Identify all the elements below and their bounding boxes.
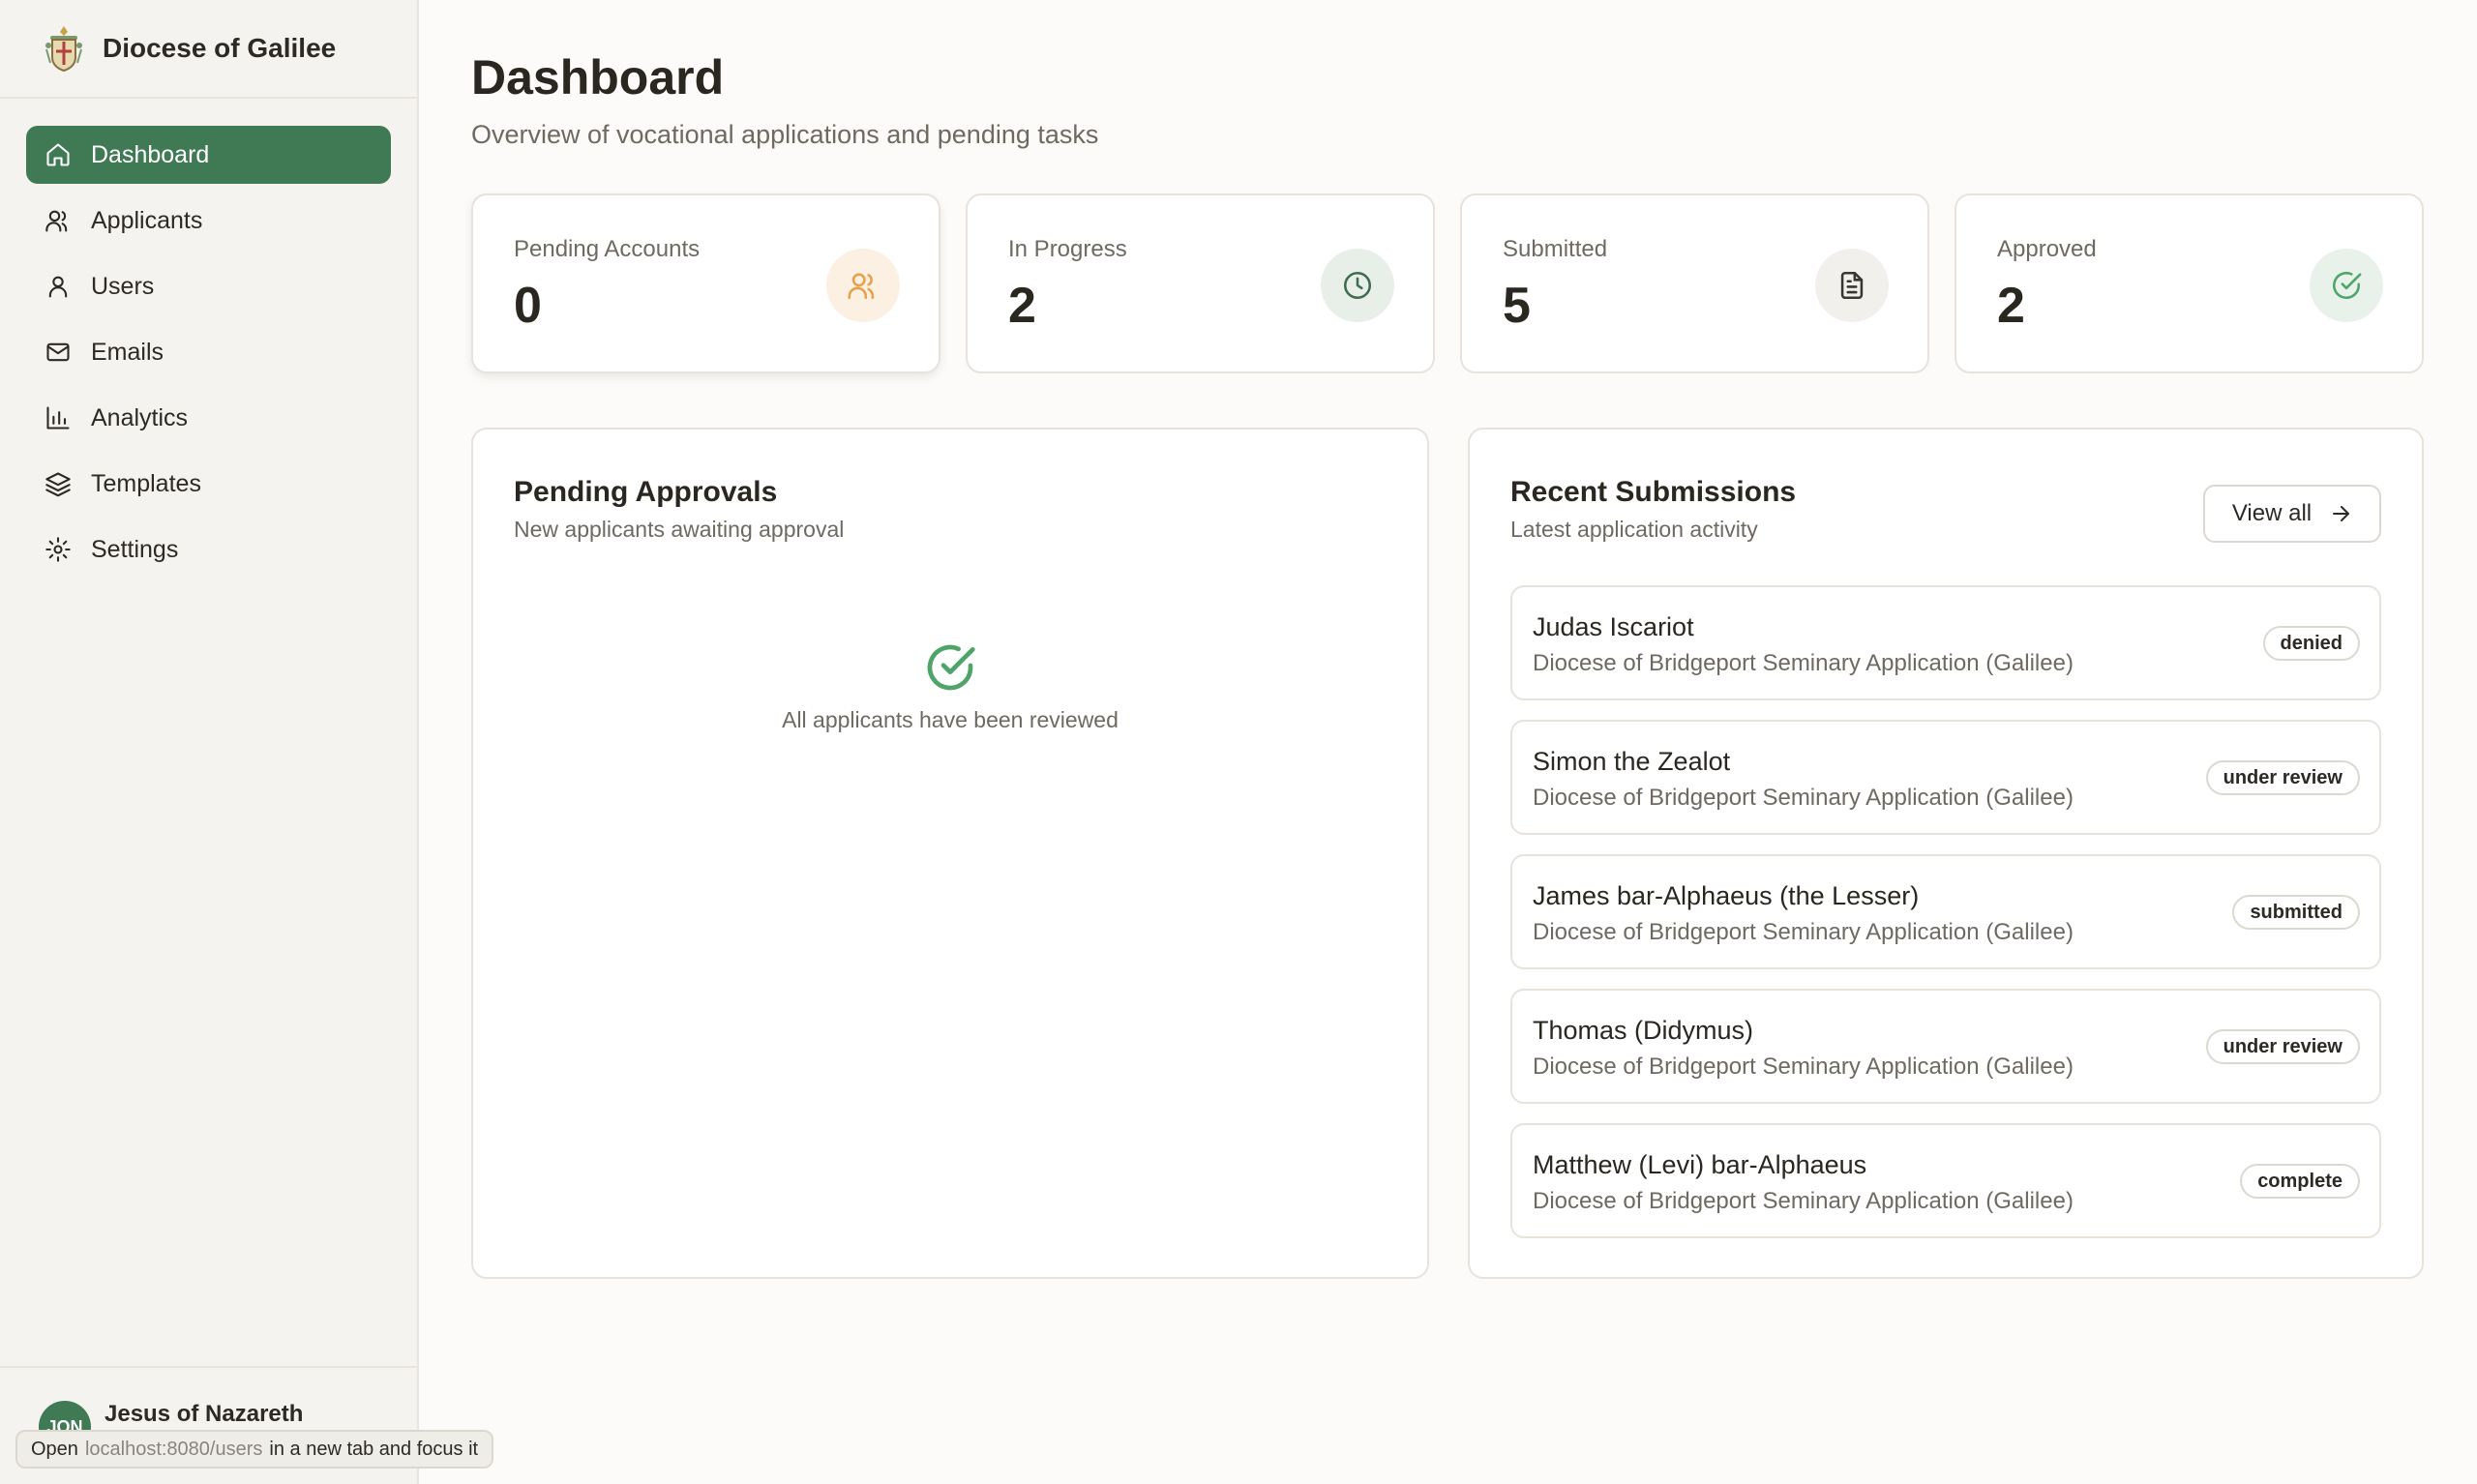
bar-chart-icon (46, 406, 70, 430)
panel-title: Recent Submissions (1510, 476, 1797, 508)
applicant-name: Judas Iscariot (1533, 612, 1694, 641)
sidebar-item-label: Applicants (91, 206, 203, 234)
sidebar-item-label: Dashboard (91, 140, 210, 168)
check-circle-icon (2310, 249, 2383, 322)
arrow-right-icon (2333, 506, 2350, 521)
list-item[interactable]: Thomas (Didymus) Diocese of Bridgeport S… (1510, 989, 2381, 1104)
brand[interactable]: Diocese of Galilee (0, 0, 417, 99)
users-icon (826, 249, 900, 322)
page-title: Dashboard (471, 50, 725, 104)
view-all-label: View all (2231, 500, 2313, 526)
status-badge: denied (2262, 626, 2360, 661)
status-badge: complete (2240, 1164, 2360, 1199)
sidebar-item-emails[interactable]: Emails (26, 323, 391, 381)
stat-card-submitted[interactable]: Submitted 5 (1460, 193, 1929, 373)
sidebar-item-dashboard[interactable]: Dashboard (26, 126, 391, 184)
users-icon (45, 210, 68, 232)
stat-card-pending-accounts[interactable]: Pending Accounts 0 (471, 193, 940, 373)
mail-icon (46, 342, 70, 362)
panel-subtitle: Latest application activity (1510, 517, 1758, 542)
main-content: Dashboard Overview of vocational applica… (419, 0, 2477, 1484)
stats-row: Pending Accounts 0 In Progress 2 Submitt… (471, 193, 2425, 373)
application-title: Diocese of Bridgeport Seminary Applicati… (1533, 650, 2074, 676)
link-preview-tooltip: Open localhost:8080/users in a new tab a… (15, 1430, 494, 1469)
sidebar-item-label: Users (91, 272, 155, 300)
panels-row: Pending Approvals New applicants awaitin… (471, 428, 2425, 1279)
clock-icon (1321, 249, 1394, 322)
diocese-crest-icon (45, 26, 82, 73)
document-icon (1815, 249, 1889, 322)
tooltip-suffix: in a new tab and focus it (269, 1438, 479, 1460)
sidebar: Diocese of Galilee Dashboard Applicants … (0, 0, 419, 1484)
sidebar-nav: Dashboard Applicants Users Emails Analyt… (0, 99, 417, 579)
sidebar-item-label: Settings (91, 535, 179, 563)
gear-icon (45, 537, 71, 562)
recent-submissions-panel: Recent Submissions Latest application ac… (1468, 428, 2424, 1279)
status-badge: submitted (2232, 895, 2360, 930)
status-badge: under review (2205, 1029, 2360, 1064)
list-item[interactable]: Matthew (Levi) bar-Alphaeus Diocese of B… (1510, 1123, 2381, 1238)
submissions-list: Judas Iscariot Diocese of Bridgeport Sem… (1510, 585, 2381, 1258)
panel-subtitle: New applicants awaiting approval (514, 517, 845, 542)
view-all-button[interactable]: View all (2203, 485, 2381, 543)
list-item[interactable]: Simon the Zealot Diocese of Bridgeport S… (1510, 720, 2381, 835)
sidebar-item-analytics[interactable]: Analytics (26, 389, 391, 447)
stat-card-approved[interactable]: Approved 2 (1955, 193, 2424, 373)
sidebar-item-label: Templates (91, 469, 201, 497)
sidebar-item-label: Emails (91, 338, 164, 366)
user-icon (48, 276, 68, 298)
page-subtitle: Overview of vocational applications and … (471, 120, 1099, 149)
status-badge: under review (2205, 760, 2360, 795)
sidebar-item-users[interactable]: Users (26, 257, 391, 315)
list-item[interactable]: Judas Iscariot Diocese of Bridgeport Sem… (1510, 585, 2381, 700)
check-circle-icon (927, 644, 975, 691)
pending-approvals-panel: Pending Approvals New applicants awaitin… (471, 428, 1429, 1279)
sidebar-item-settings[interactable]: Settings (26, 520, 391, 579)
sidebar-item-label: Analytics (91, 403, 189, 431)
layers-icon (45, 472, 71, 497)
empty-state: All applicants have been reviewed (473, 640, 1427, 733)
home-icon (46, 143, 70, 166)
stat-card-in-progress[interactable]: In Progress 2 (966, 193, 1435, 373)
empty-state-text: All applicants have been reviewed (782, 707, 1119, 732)
list-item[interactable]: James bar-Alphaeus (the Lesser) Diocese … (1510, 854, 2381, 969)
sidebar-item-applicants[interactable]: Applicants (26, 192, 391, 250)
sidebar-item-templates[interactable]: Templates (26, 455, 391, 513)
tooltip-prefix: Open (31, 1438, 78, 1460)
user-name: Jesus of Nazareth (104, 1401, 304, 1427)
panel-title: Pending Approvals (514, 476, 778, 508)
brand-name: Diocese of Galilee (103, 33, 337, 63)
tooltip-url: localhost:8080/users (84, 1438, 263, 1460)
